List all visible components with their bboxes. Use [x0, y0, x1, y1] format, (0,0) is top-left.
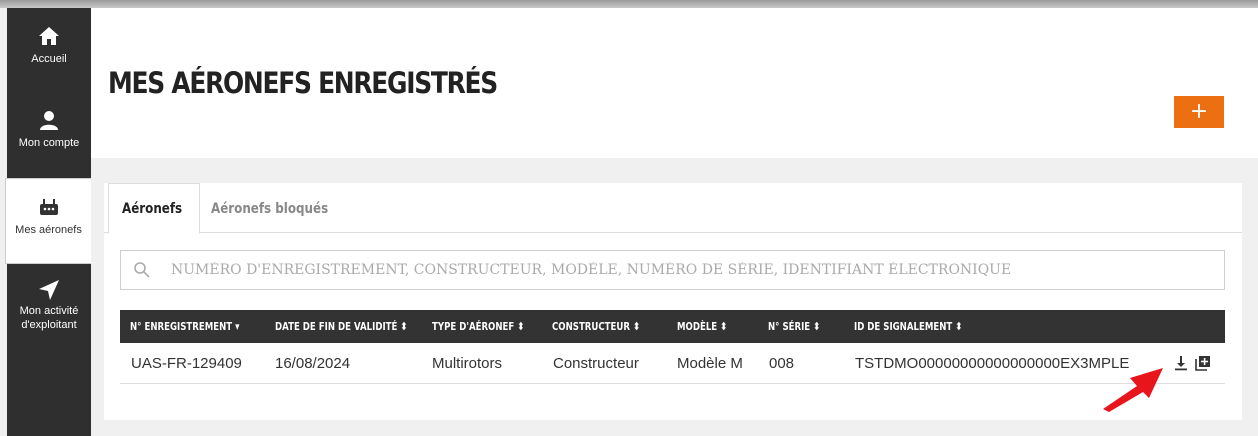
sort-desc-icon: ▾: [235, 320, 240, 333]
column-header-type[interactable]: TYPE D'AÉRONEF ⬍: [432, 310, 524, 343]
column-header-registration[interactable]: N° ENREGISTREMENT ▾: [130, 310, 239, 343]
sort-icon: ⬍: [720, 320, 728, 333]
cell-expiry: 16/08/2024: [275, 355, 351, 372]
sort-icon: ⬍: [955, 320, 963, 333]
cell-type: Multirotors: [432, 355, 503, 372]
column-header-model[interactable]: MODÈLE ⬍: [677, 310, 727, 343]
column-header-expiry[interactable]: DATE DE FIN DE VALIDITÉ ⬍: [275, 310, 408, 343]
cell-model: Modèle M: [677, 355, 743, 372]
sort-icon: ⬍: [632, 320, 641, 333]
tab-aeronefs-bloques[interactable]: Aéronefs bloqués: [211, 183, 328, 234]
user-icon: [40, 111, 58, 130]
location-arrow-icon: [39, 280, 59, 300]
aircraft-panel: Aéronefs Aéronefs bloqués N° ENREGISTREM…: [104, 183, 1242, 420]
sidebar-item-mes-aeronefs[interactable]: Mes aéronefs: [5, 178, 91, 264]
tab-bar: Aéronefs Aéronefs bloqués: [104, 183, 1242, 234]
sidebar-item-mon-activite[interactable]: Mon activité d'exploitant: [7, 278, 91, 332]
column-header-signal-id[interactable]: ID DE SIGNALEMENT ⬍: [854, 310, 962, 343]
cell-serial: 008: [769, 355, 795, 372]
sidebar-item-label: Mon compte: [18, 137, 80, 149]
search-input[interactable]: [171, 255, 1211, 285]
page-title: MES AÉRONEFS ENREGISTRÉS: [108, 66, 498, 100]
search-bar: [120, 250, 1225, 290]
sort-icon: ⬍: [400, 320, 408, 333]
add-copy-icon[interactable]: [1195, 355, 1211, 371]
sidebar-item-accueil[interactable]: Accueil: [7, 24, 91, 66]
sidebar-item-label-line1: Mon activité: [19, 305, 79, 317]
add-aircraft-button[interactable]: +: [1174, 96, 1224, 128]
cell-manufacturer: Constructeur: [553, 355, 639, 372]
top-border: [0, 0, 1258, 8]
annotation-arrow-icon: [1103, 368, 1163, 412]
table-header: N° ENREGISTREMENT ▾ DATE DE FIN DE VALID…: [120, 310, 1225, 343]
drone-icon: [39, 199, 58, 215]
sidebar-item-label-line2: d'exploitant: [21, 319, 77, 331]
home-icon: [39, 27, 59, 45]
sidebar: Accueil Mon compte Mes aéronefs Mon acti…: [5, 8, 91, 436]
tab-aeronefs[interactable]: Aéronefs: [122, 183, 182, 234]
table-row[interactable]: UAS-FR-129409 16/08/2024 Multirotors Con…: [120, 343, 1225, 384]
sidebar-item-label: Mes aéronefs: [15, 224, 82, 236]
search-icon: [134, 262, 150, 278]
cell-registration: UAS-FR-129409: [131, 355, 242, 372]
column-header-manufacturer[interactable]: CONSTRUCTEUR ⬍: [552, 310, 640, 343]
column-header-serial[interactable]: N° SÉRIE ⬍: [768, 310, 820, 343]
sidebar-item-label: Accueil: [31, 53, 67, 65]
sidebar-item-mon-compte[interactable]: Mon compte: [7, 108, 91, 150]
sort-icon: ⬍: [813, 320, 821, 333]
sort-icon: ⬍: [517, 320, 525, 333]
